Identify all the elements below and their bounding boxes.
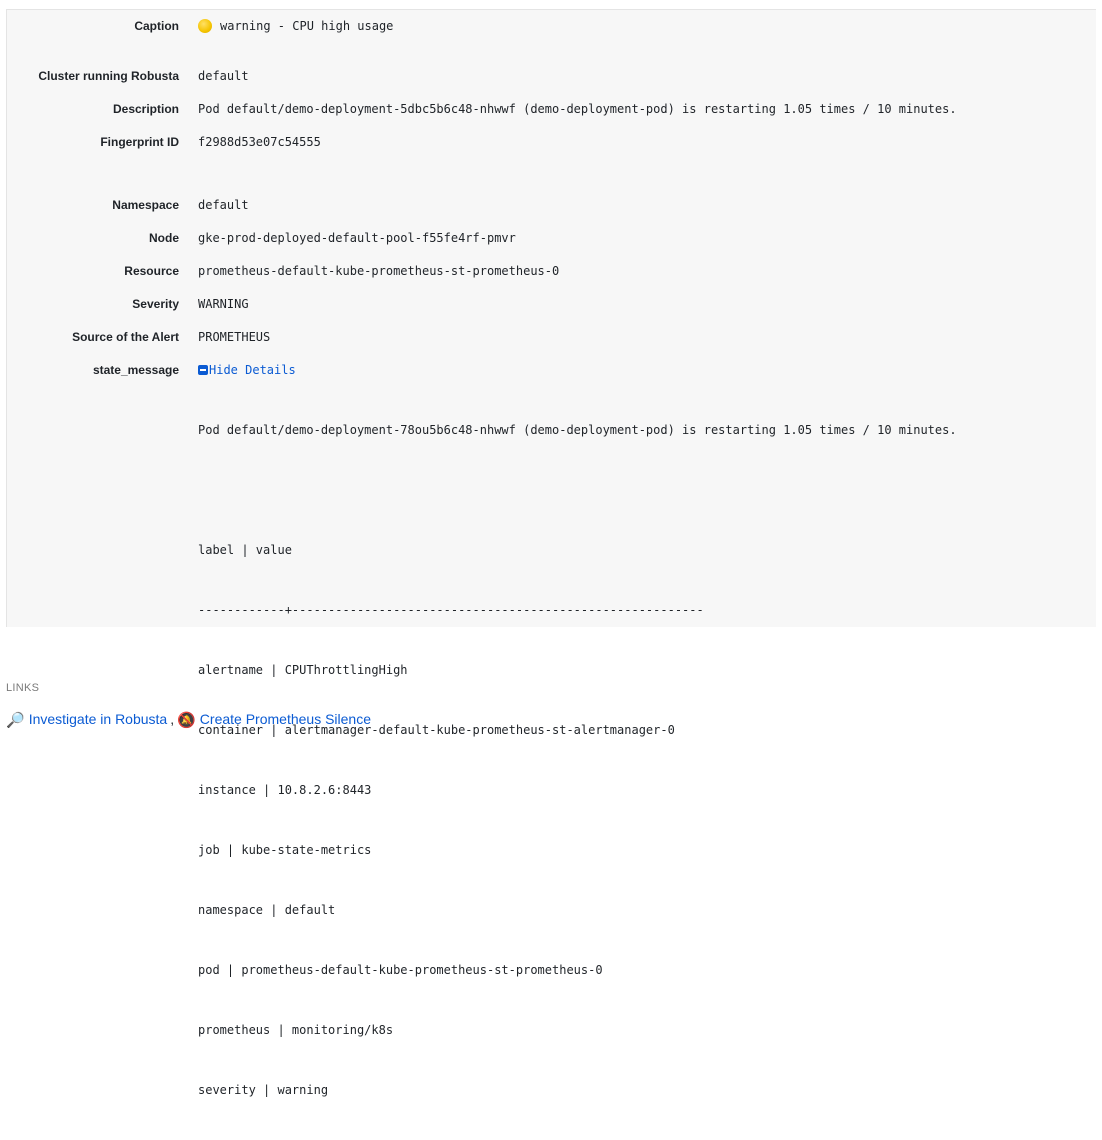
- fingerprint-row: Fingerprint ID f2988d53e07c54555: [7, 134, 1097, 156]
- detail-line: instance | 10.8.2.6:8443: [198, 783, 372, 797]
- node-value: gke-prod-deployed-default-pool-f55fe4rf-…: [198, 231, 516, 245]
- source-label: Source of the Alert: [72, 330, 179, 344]
- namespace-label: Namespace: [112, 198, 179, 212]
- detail-line: pod | prometheus-default-kube-prometheus…: [198, 963, 603, 977]
- warning-dot-icon: [198, 19, 212, 33]
- magnifier-icon: 🔎: [6, 712, 25, 729]
- caption-row: Caption warning - CPU high usage: [7, 18, 1097, 40]
- namespace-value: default: [198, 198, 249, 212]
- hide-details-toggle[interactable]: Hide Details: [198, 362, 296, 379]
- source-value: PROMETHEUS: [198, 330, 271, 344]
- resource-row: Resource prometheus-default-kube-prometh…: [7, 263, 1097, 285]
- description-label: Description: [112, 102, 179, 116]
- severity-label: Severity: [132, 297, 179, 311]
- state-message-details: Pod default/demo-deployment-78ou5b6c48-n…: [198, 380, 957, 1140]
- create-prometheus-silence-link[interactable]: Create Prometheus Silence: [200, 711, 371, 727]
- fingerprint-value: f2988d53e07c54555: [198, 135, 321, 149]
- detail-line: namespace | default: [198, 903, 336, 917]
- detail-line: job | kube-state-metrics: [198, 843, 372, 857]
- detail-line: prometheus | monitoring/k8s: [198, 1023, 394, 1037]
- collapse-minus-icon: [198, 365, 208, 375]
- description-value: Pod default/demo-deployment-5dbc5b6c48-n…: [198, 102, 957, 116]
- detail-line: [198, 480, 957, 500]
- muted-bell-icon: 🔕: [177, 712, 196, 729]
- state-message-label: state_message: [92, 363, 179, 377]
- fingerprint-label: Fingerprint ID: [100, 135, 179, 149]
- resource-label: Resource: [124, 264, 179, 278]
- severity-row: Severity WARNING: [7, 296, 1097, 318]
- cluster-row: Cluster running Robusta default: [7, 68, 1097, 90]
- hide-details-label: Hide Details: [209, 363, 296, 377]
- caption-value-wrap: warning - CPU high usage: [198, 18, 393, 35]
- severity-value: WARNING: [198, 297, 249, 311]
- links-section-title: LINKS: [6, 682, 40, 694]
- detail-line: ------------+---------------------------…: [198, 603, 704, 617]
- caption-value: warning - CPU high usage: [220, 19, 394, 33]
- detail-line: Pod default/demo-deployment-78ou5b6c48-n…: [198, 423, 957, 437]
- detail-line: label | value: [198, 543, 292, 557]
- namespace-row: Namespace default: [7, 197, 1097, 219]
- investigate-in-robusta-link[interactable]: Investigate in Robusta: [29, 711, 168, 727]
- links-separator: ,: [170, 711, 175, 727]
- source-row: Source of the Alert PROMETHEUS: [7, 329, 1097, 351]
- node-label: Node: [149, 231, 179, 245]
- cluster-label: Cluster running Robusta: [38, 69, 179, 83]
- description-row: Description Pod default/demo-deployment-…: [7, 101, 1097, 123]
- caption-label: Caption: [134, 19, 179, 33]
- resource-value: prometheus-default-kube-prometheus-st-pr…: [198, 264, 560, 278]
- detail-line: alertname | CPUThrottlingHigh: [198, 663, 408, 677]
- alert-details-panel: Caption warning - CPU high usage Cluster…: [6, 9, 1097, 1097]
- cluster-value: default: [198, 69, 249, 83]
- node-row: Node gke-prod-deployed-default-pool-f55f…: [7, 230, 1097, 252]
- links-row: 🔎 Investigate in Robusta, 🔕 Create Promethe…: [6, 711, 371, 729]
- detail-line: severity | warning: [198, 1083, 329, 1097]
